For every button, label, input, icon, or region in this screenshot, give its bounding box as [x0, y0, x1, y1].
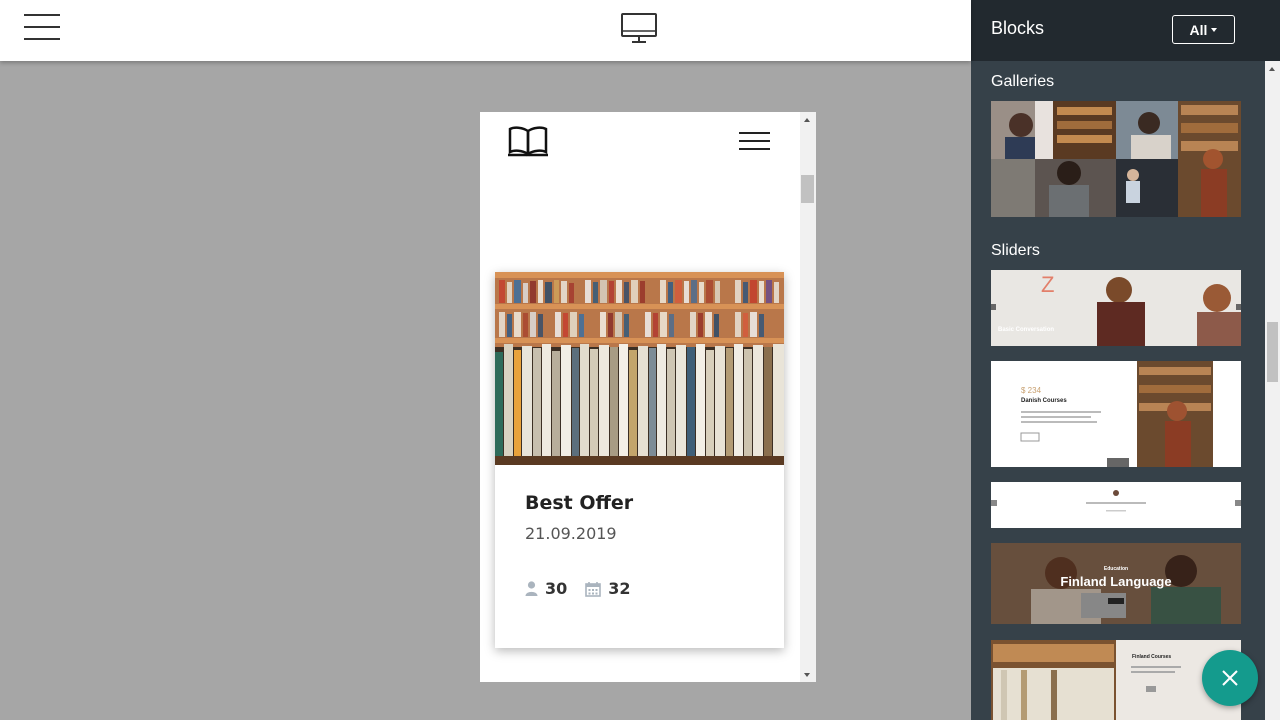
close-icon [1222, 670, 1238, 686]
card-date: 21.09.2019 [525, 524, 617, 543]
section-galleries: Galleries [991, 73, 1055, 90]
slider-block-thumb-4[interactable]: Education Finland Language [991, 543, 1241, 624]
stat-users: 30 [525, 579, 567, 598]
slider4-title: Finland Language [1060, 574, 1172, 589]
preview-scrollbar[interactable] [800, 112, 816, 682]
user-icon [525, 581, 538, 596]
svg-text:Z: Z [1041, 272, 1054, 297]
slider2-title: Danish Courses [1021, 398, 1067, 404]
preview-menu-icon[interactable] [739, 132, 771, 152]
stat-calendar-value: 32 [608, 579, 631, 598]
scroll-up-arrow-icon[interactable] [1269, 67, 1275, 71]
slider4-kicker: Education [1103, 566, 1129, 572]
calendar-icon [585, 581, 602, 597]
caret-down-icon [1211, 27, 1218, 32]
panel-title: Blocks [991, 18, 1045, 38]
desktop-monitor-icon[interactable] [620, 12, 658, 44]
close-panel-button[interactable] [1202, 650, 1258, 706]
slider-block-thumb-1[interactable]: Z Basic Conversation [991, 270, 1241, 346]
filter-dropdown-button[interactable]: All [1172, 15, 1235, 44]
top-toolbar [0, 0, 971, 61]
slider5-title: Finland Courses [1132, 654, 1172, 660]
scrollbar-thumb[interactable] [801, 175, 814, 203]
panel-header: Blocks All [971, 0, 1280, 61]
blocks-panel: Blocks All Galleries Sliders Z Basic Con… [971, 0, 1280, 720]
panel-scrollbar[interactable] [1265, 61, 1280, 720]
card-title: Best Offer [525, 492, 634, 514]
mobile-preview: Best Offer 21.09.2019 30 32 [480, 112, 816, 682]
editor-canvas: Best Offer 21.09.2019 30 32 [0, 61, 971, 720]
slider1-caption: Basic Conversation [998, 327, 1055, 333]
bookshelf-image [495, 272, 784, 465]
panel-scrollbar-thumb[interactable] [1267, 322, 1278, 382]
slider-block-thumb-2[interactable]: $ 234 Danish Courses [991, 361, 1241, 467]
gallery-block-thumb[interactable] [991, 101, 1241, 217]
section-sliders: Sliders [991, 242, 1040, 259]
stat-calendar: 32 [585, 579, 631, 598]
stat-users-value: 30 [545, 579, 568, 598]
slider-block-thumb-3[interactable] [991, 482, 1241, 528]
offer-card[interactable]: Best Offer 21.09.2019 30 32 [495, 272, 784, 648]
filter-label: All [1189, 21, 1208, 38]
scroll-up-arrow-icon[interactable] [804, 118, 810, 122]
slider2-price: $ 234 [1021, 386, 1042, 395]
card-stats: 30 32 [525, 579, 649, 598]
scroll-down-arrow-icon[interactable] [804, 673, 810, 677]
hamburger-menu-icon[interactable] [24, 14, 60, 40]
open-book-icon[interactable] [507, 125, 549, 157]
